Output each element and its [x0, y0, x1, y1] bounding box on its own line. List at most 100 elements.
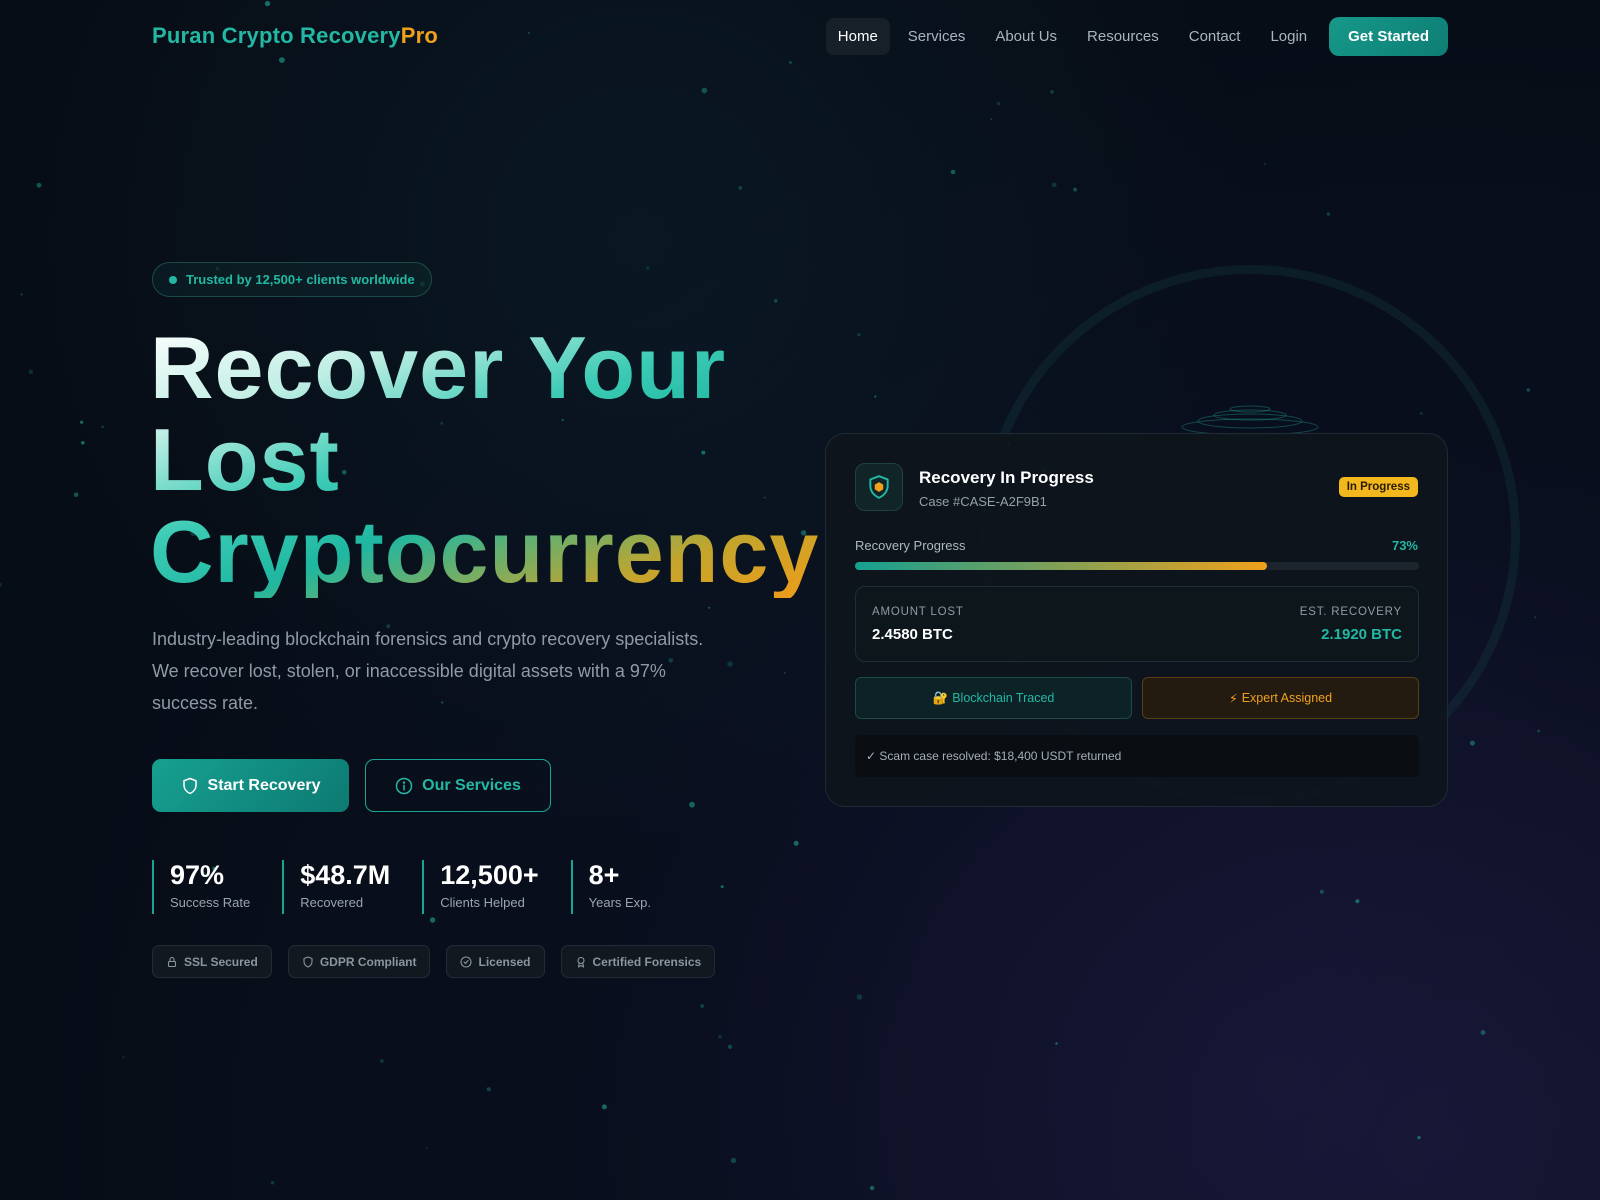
amount-summary: AMOUNT LOST 2.4580 BTC EST. RECOVERY 2.1… [855, 586, 1419, 662]
badge-certified-forensics: Certified Forensics [560, 945, 716, 978]
particle-dot [950, 169, 956, 175]
nav-link-login[interactable]: Login [1258, 18, 1319, 55]
chip-label: Expert Assigned [1241, 691, 1333, 705]
particle-dot [429, 917, 436, 923]
stat-value: 12,500+ [440, 860, 539, 890]
particle-dot [1326, 212, 1330, 216]
progress-bar [855, 562, 1419, 570]
nav-link-home[interactable]: Home [825, 17, 890, 55]
resolved-note-text: Scam case resolved: $18,400 USDT returne… [879, 749, 1122, 763]
headline-line-2: Lost [150, 410, 340, 509]
progress-label: Recovery Progress [855, 538, 966, 553]
particle-dot [1051, 182, 1057, 188]
particle-dot [20, 293, 23, 296]
particle-dot [73, 492, 79, 498]
particle-dot [1319, 889, 1324, 894]
expert-assigned-chip: ⚡ Expert Assigned [1142, 677, 1419, 719]
particle-dot [1534, 616, 1537, 619]
particle-dot [789, 61, 792, 64]
brand-logo[interactable]: Puran Crypto RecoveryPro [152, 23, 438, 49]
particle-dot [874, 395, 877, 398]
stat-value: $48.7M [300, 860, 391, 890]
stat-label: Years Exp. [588, 895, 652, 910]
nav-link-resources[interactable]: Resources [1075, 18, 1171, 55]
stat-label: Recovered [300, 895, 364, 910]
start-recovery-button[interactable]: Start Recovery [152, 759, 349, 812]
est-recovery-value: 2.1920 BTC [1321, 626, 1402, 643]
particle-dot [1537, 729, 1541, 733]
particle-dot [793, 840, 799, 846]
particle-dot [28, 369, 33, 374]
particle-dot [1469, 740, 1475, 746]
particle-dot [270, 1180, 275, 1185]
progress-percent: 73% [1391, 538, 1418, 553]
particle-dot [1355, 899, 1360, 904]
check-circle-icon [460, 955, 473, 968]
particle-dot [81, 441, 85, 445]
trust-badge: Trusted by 12,500+ clients worldwide [152, 262, 432, 297]
est-recovery-label: EST. RECOVERY [1299, 606, 1402, 618]
badge-label: GDPR Compliant [319, 954, 417, 969]
hero-headline: Recover Your Lost Cryptocurrency [150, 322, 830, 598]
particle-dot [425, 1146, 428, 1149]
shield-coin-icon [855, 463, 903, 511]
stat-label: Success Rate [170, 895, 251, 910]
amount-lost-label: AMOUNT LOST [872, 606, 964, 618]
nav-links: Home Services About Us Resources Contact… [825, 16, 1448, 56]
get-started-button[interactable]: Get Started [1329, 16, 1448, 56]
lock-icon: 🔐 [932, 690, 949, 705]
case-id: Case #CASE-A2F9B1 [919, 494, 1047, 509]
stat-years-exp: 8+ Years Exp. [570, 860, 652, 914]
our-services-button[interactable]: Our Services [365, 759, 551, 812]
shield-icon [182, 777, 197, 794]
our-services-label: Our Services [422, 776, 521, 794]
status-badge: In Progress [1338, 477, 1418, 497]
particle-dot [1073, 187, 1078, 192]
particle-dot [36, 182, 42, 188]
badge-licensed: Licensed [446, 945, 545, 978]
stat-value: 8+ [588, 860, 620, 890]
badge-gdpr-compliant: GDPR Compliant [287, 945, 431, 978]
badge-ssl-secured: SSL Secured [152, 945, 272, 978]
particle-dot [996, 101, 1001, 106]
particle-dot [1055, 1042, 1058, 1045]
particle-dot [856, 994, 863, 1000]
badge-label: Certified Forensics [592, 954, 702, 969]
particle-dot [857, 333, 861, 337]
lock-icon [167, 956, 177, 967]
blockchain-traced-chip: 🔐 Blockchain Traced [855, 677, 1132, 719]
coin-stack-icon [1181, 405, 1319, 436]
particle-dot [720, 885, 724, 889]
hero-subtext: Industry-leading blockchain forensics an… [152, 629, 704, 713]
recovery-status-card: Recovery In Progress Case #CASE-A2F9B1 I… [825, 433, 1448, 807]
trust-badges: SSL Secured GDPR Compliant Licensed Cert… [152, 945, 716, 978]
check-icon: ✓ [866, 749, 880, 763]
particle-dot [122, 1056, 125, 1059]
brand-name: Puran Crypto Recovery [152, 23, 401, 48]
status-dot-icon [169, 275, 177, 284]
nav-link-contact[interactable]: Contact [1177, 18, 1253, 55]
headline-line-1: Recover Your [150, 318, 727, 417]
particle-dot [700, 1004, 704, 1008]
stat-recovered: $48.7M Recovered [282, 860, 390, 914]
particle-dot [0, 582, 2, 587]
particle-dot [738, 186, 743, 190]
shield-icon [303, 955, 313, 968]
card-title: Recovery In Progress [919, 468, 1094, 487]
badge-label: Licensed [478, 954, 531, 969]
particle-dot [646, 266, 650, 270]
lightning-icon: ⚡ [1228, 691, 1238, 706]
trust-badge-text: Trusted by 12,500+ clients worldwide [186, 272, 415, 287]
particle-dot [727, 1044, 733, 1049]
amount-lost-value: 2.4580 BTC [872, 626, 953, 643]
particle-dot [380, 1059, 384, 1063]
stats-row: 97% Success Rate $48.7M Recovered 12,500… [152, 860, 651, 914]
stat-label: Clients Helped [440, 895, 525, 910]
particle-dot [1526, 388, 1531, 392]
stat-clients-helped: 12,500+ Clients Helped [422, 860, 539, 914]
award-icon [576, 956, 585, 968]
stat-value: 97% [170, 860, 225, 890]
nav-link-services[interactable]: Services [896, 18, 978, 55]
nav-link-about-us[interactable]: About Us [983, 18, 1069, 55]
resolved-case-note: ✓ Scam case resolved: $18,400 USDT retur… [855, 735, 1419, 777]
